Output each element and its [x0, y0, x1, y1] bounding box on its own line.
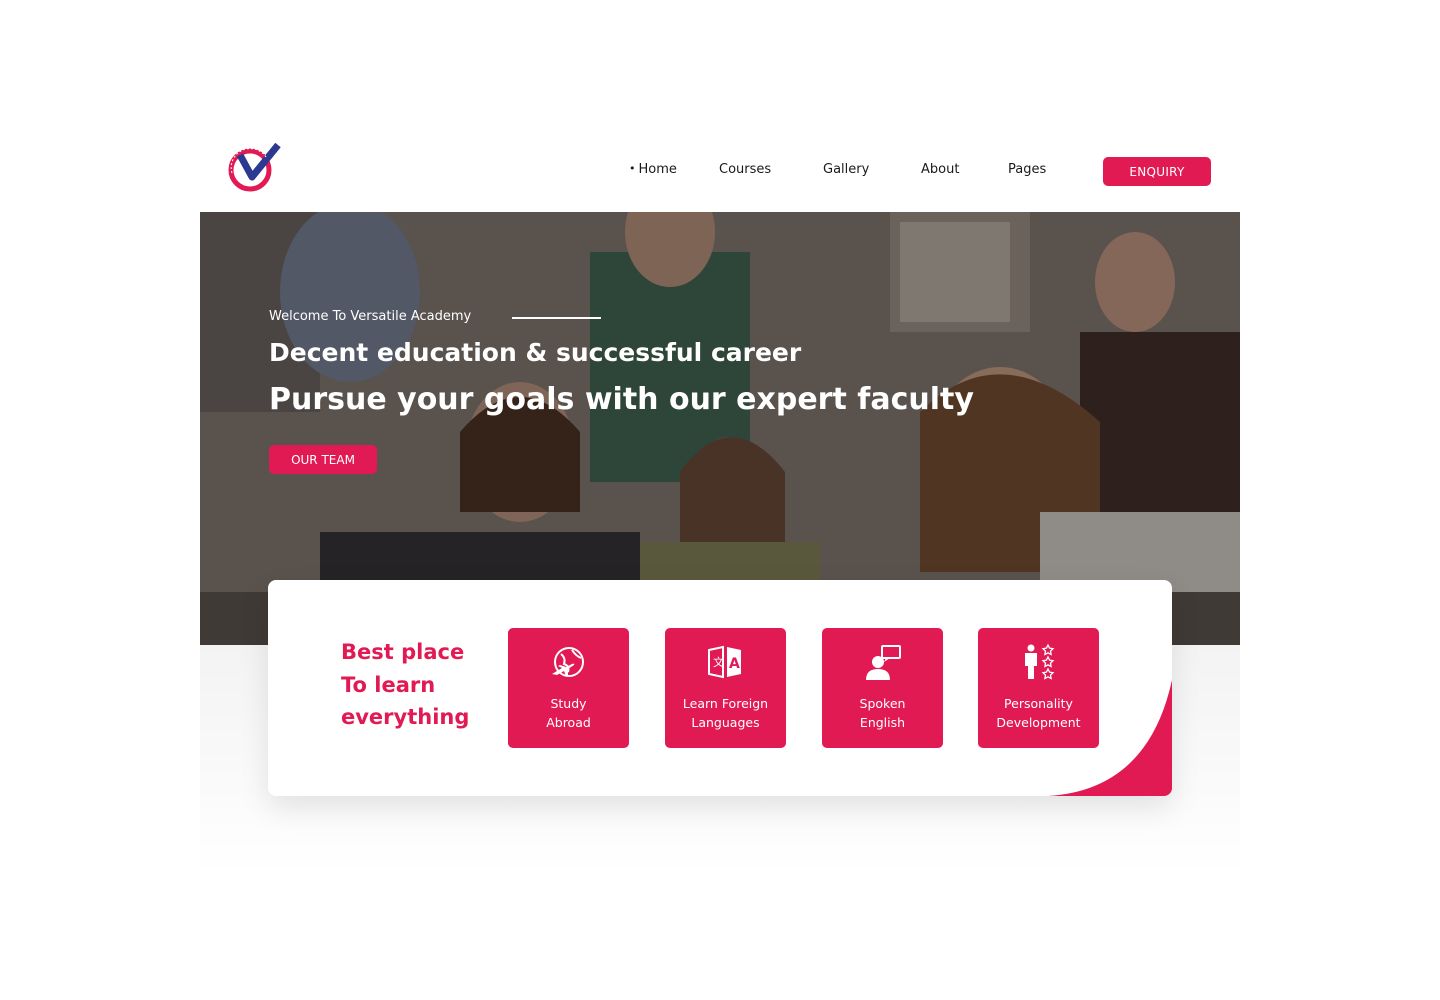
nav-item-pages[interactable]: Pages	[1008, 162, 1046, 177]
feature-spoken-english[interactable]: Spoken English	[822, 628, 943, 748]
nav-item-courses[interactable]: Courses	[719, 162, 771, 177]
hero-subheadline: Pursue your goals with our expert facult…	[269, 382, 974, 417]
welcome-divider	[512, 317, 601, 319]
svg-text:A: A	[729, 656, 740, 672]
speaker-hello-icon	[866, 645, 901, 680]
main-nav: Home Courses Gallery About Pages	[0, 162, 1440, 182]
feature-foreign-languages[interactable]: 文 A Learn Foreign Languages	[665, 628, 786, 748]
our-team-button[interactable]: OUR TEAM	[269, 445, 377, 474]
features-tagline: Best place To learn everything	[341, 636, 491, 734]
feature-label: Learn Foreign	[682, 696, 769, 711]
tagline-line: everything	[341, 705, 470, 729]
tagline-line: Best place	[341, 640, 465, 664]
welcome-text: Welcome To Versatile Academy	[269, 309, 472, 324]
feature-label: Personality	[1004, 696, 1073, 711]
hero-headline: Decent education & successful career	[269, 338, 802, 367]
feature-study-abroad[interactable]: Study Abroad	[508, 628, 629, 748]
nav-item-gallery[interactable]: Gallery	[823, 162, 869, 177]
person-stars-icon	[1025, 644, 1055, 680]
features-card: Best place To learn everything Study Abr…	[268, 580, 1172, 796]
enquiry-button[interactable]: ENQUIRY	[1103, 157, 1211, 186]
feature-label: Languages	[691, 715, 760, 730]
feature-personality-development[interactable]: Personality Development	[978, 628, 1099, 748]
feature-label: Spoken	[859, 696, 906, 711]
feature-label: Study	[550, 696, 587, 711]
feature-label: Development	[996, 715, 1081, 730]
nav-item-home[interactable]: Home	[629, 162, 677, 177]
feature-label: English	[859, 715, 906, 730]
nav-item-about[interactable]: About	[921, 162, 959, 177]
globe-plane-icon	[552, 647, 584, 677]
svg-text:文: 文	[713, 655, 724, 669]
tagline-line: To learn	[341, 672, 436, 697]
feature-label: Abroad	[546, 715, 591, 730]
language-translate-icon: 文 A	[708, 645, 741, 679]
